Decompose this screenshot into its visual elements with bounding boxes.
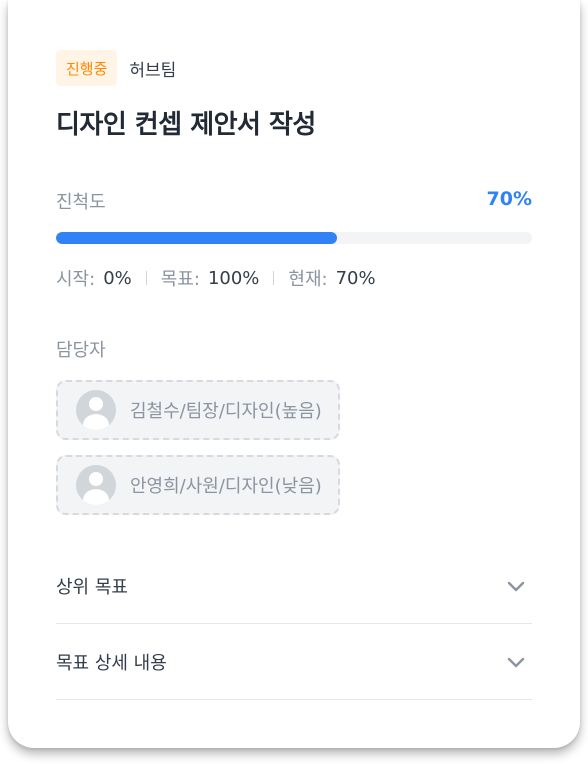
- progress-label: 진척도: [56, 192, 106, 213]
- accordion-goal-details[interactable]: 목표 상세 내용: [56, 624, 532, 700]
- card-header: 진행중 허브팀: [56, 50, 176, 86]
- chevron-down-icon: [507, 657, 525, 667]
- target-label: 목표:: [160, 269, 200, 290]
- divider: [273, 271, 275, 285]
- current-value: 70%: [335, 267, 376, 289]
- goal-card: 진행중 허브팀 디자인 컨셉 제안서 작성 진척도 70% 시작: 0% 목표:…: [8, 0, 580, 748]
- user-avatar-icon: [76, 390, 116, 430]
- assignee-chip[interactable]: 안영희/사원/디자인(낮음): [56, 455, 340, 515]
- chevron-down-icon: [507, 581, 525, 591]
- team-name: 허브팀: [129, 60, 177, 81]
- assignee-chip[interactable]: 김철수/팀장/디자인(높음): [56, 380, 340, 440]
- assignee-name: 김철수/팀장/디자인(높음): [130, 401, 322, 422]
- status-badge: 진행중: [56, 50, 118, 86]
- target-value: 100%: [207, 267, 260, 289]
- progress-bar: [56, 232, 532, 244]
- progress-value: 70%: [486, 188, 532, 210]
- assignee-section-label: 담당자: [56, 340, 106, 361]
- assignee-name: 안영희/사원/디자인(낮음): [130, 476, 322, 497]
- accordion-label: 상위 목표: [56, 576, 128, 598]
- user-avatar-icon: [76, 465, 116, 505]
- progress-stats: 시작: 0% 목표: 100% 현재: 70%: [56, 264, 376, 292]
- divider: [145, 271, 147, 285]
- start-label: 시작:: [56, 269, 96, 290]
- current-label: 현재:: [288, 269, 328, 290]
- goal-title: 디자인 컨셉 제안서 작성: [56, 110, 316, 140]
- accordion-label: 목표 상세 내용: [56, 652, 167, 674]
- start-value: 0%: [103, 267, 132, 289]
- progress-bar-fill: [56, 232, 337, 244]
- accordion-parent-goal[interactable]: 상위 목표: [56, 548, 532, 624]
